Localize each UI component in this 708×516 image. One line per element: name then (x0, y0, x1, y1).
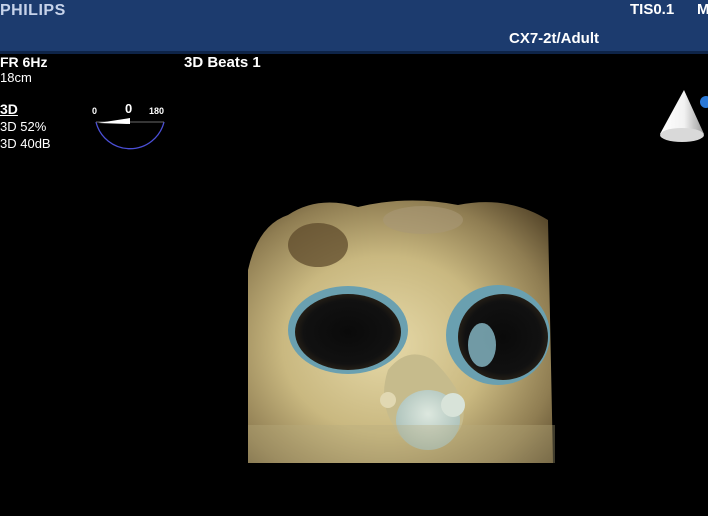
depth: 18cm (0, 70, 32, 85)
tis-index: TIS0.1 (630, 1, 675, 18)
rotation-dial-icon (95, 118, 165, 150)
brand-logo: PHILIPS (0, 2, 66, 19)
probe-preset: CX7-2t/Adult (509, 30, 599, 47)
3d-volume-render (248, 200, 555, 463)
top-bar-divider (0, 51, 708, 54)
frame-rate: FR 6Hz (0, 54, 48, 70)
top-bar (0, 0, 708, 54)
gain-value: 3D 52% (0, 119, 47, 134)
beats-label: 3D Beats 1 (184, 54, 261, 71)
mode-label: 3D (0, 101, 18, 117)
compress-value: 3D 40dB (0, 136, 51, 151)
rotation-dial: 0 0 180 (92, 100, 170, 160)
orientation-cone-icon (660, 90, 708, 142)
mi-index-partial: M (697, 1, 708, 18)
